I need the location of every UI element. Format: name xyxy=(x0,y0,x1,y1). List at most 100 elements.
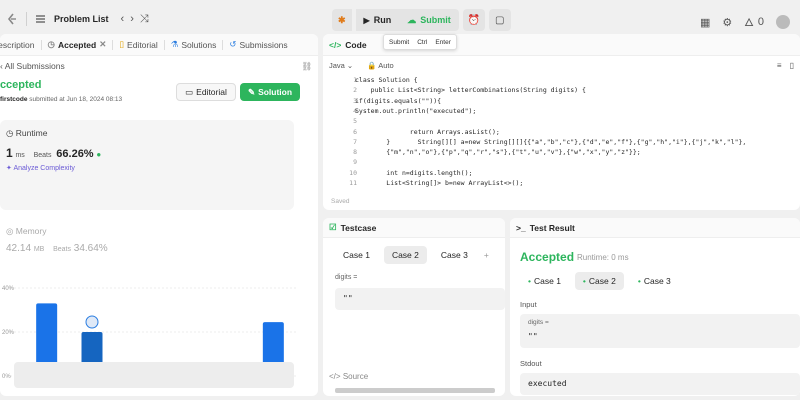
input-value: "" xyxy=(528,332,538,341)
tab-submissions[interactable]: ↺ Submissions xyxy=(229,39,287,50)
stdout-label: Stdout xyxy=(520,359,542,368)
code-line[interactable]: } String[][] a=new String[][]{{"a","b","… xyxy=(355,138,746,146)
tab-description[interactable]: Description xyxy=(0,40,35,50)
chart-overview-strip[interactable] xyxy=(14,362,294,388)
result-runtime: Runtime: 0 ms xyxy=(577,253,629,262)
flask-icon: ⚗ xyxy=(170,39,179,49)
y-tick-label: 20% xyxy=(2,330,15,336)
memory-value: 42.14 MB Beats 34.64% xyxy=(6,243,108,254)
timer-button[interactable]: ⏰ xyxy=(462,9,485,31)
testcase-field-label: digits = xyxy=(335,274,358,281)
submit-button[interactable]: ☁ Submit xyxy=(399,9,459,31)
list-icon[interactable] xyxy=(35,14,46,24)
solution-button[interactable]: ✎ Solution xyxy=(240,83,300,101)
line-number: 10 xyxy=(349,168,357,177)
line-number: 8 xyxy=(353,148,357,157)
line-number: 9 xyxy=(353,158,357,167)
book-icon: ▭ xyxy=(185,86,194,97)
shuffle-icon[interactable]: ⤨ xyxy=(140,13,149,26)
cloud-upload-icon: ☁ xyxy=(407,14,417,25)
submissions-header: ‹ All Submissions ⛓ xyxy=(0,56,318,76)
run-button[interactable]: ▶ Run xyxy=(355,9,400,31)
top-bar: Problem List ‹ › ⤨ ✱ ▶ Run ☁ Submit ⏰ ▢ … xyxy=(0,0,800,38)
runtime-card[interactable]: ◷ Runtime 1 ms Beats 66.26% ● ✦ Analyze … xyxy=(0,120,294,210)
auto-toggle[interactable]: 🔒 Auto xyxy=(367,61,393,70)
testcase-tab[interactable]: ☑ Testcase xyxy=(323,218,505,238)
source-toggle[interactable]: </> Source xyxy=(329,372,368,381)
editorial-button[interactable]: ▭ Editorial xyxy=(176,83,236,101)
horizontal-scrollbar[interactable] xyxy=(335,388,495,393)
terminal-icon: >_ xyxy=(516,222,526,233)
tab-accepted[interactable]: ◷ Accepted ✕ xyxy=(48,39,107,50)
y-tick-label: 40% xyxy=(2,286,15,292)
note-icon: ▢ xyxy=(494,14,505,26)
language-select[interactable]: Java ⌄ xyxy=(329,61,353,70)
play-icon: ▶ xyxy=(363,15,370,25)
line-number: 2 xyxy=(353,86,357,95)
test-result-tab[interactable]: >_ Test Result xyxy=(510,218,800,238)
input-label: Input xyxy=(520,300,537,309)
runtime-value: 1 ms Beats 66.26% ● xyxy=(6,146,102,160)
share-icon[interactable]: ⛓ xyxy=(301,61,312,72)
problem-list-link[interactable]: Problem List xyxy=(54,14,109,24)
code-line[interactable]: System.out.println("executed"); xyxy=(355,107,476,115)
code-line[interactable]: if(digits.equals("")){ xyxy=(355,97,441,105)
debug-button[interactable]: ✱ xyxy=(332,9,352,31)
code-line[interactable]: return Arrays.asList(); xyxy=(355,128,500,136)
line-number: 3 xyxy=(353,96,357,105)
line-number: 4 xyxy=(353,106,357,115)
line-number: 11 xyxy=(349,179,357,187)
code-icon: </> xyxy=(329,372,341,381)
logo-icon[interactable] xyxy=(6,13,18,25)
run-toolbar: ✱ ▶ Run ☁ Submit ⏰ ▢ xyxy=(332,9,511,31)
settings-icon[interactable]: ⚙ xyxy=(722,16,732,29)
stdout-box: executed xyxy=(520,373,800,395)
memory-title[interactable]: ◎ Memory xyxy=(6,226,47,237)
result-case-1[interactable]: • Case 1 xyxy=(520,272,569,290)
submission-panel: Description ◷ Accepted ✕ ▯Editorial ⚗Sol… xyxy=(0,34,318,396)
beats-badge-icon: ● xyxy=(96,150,102,159)
result-case-3[interactable]: • Case 3 xyxy=(630,272,679,290)
result-case-2[interactable]: • Case 2 xyxy=(574,272,624,290)
analyze-complexity-link[interactable]: ✦ Analyze Complexity xyxy=(6,164,75,172)
code-panel: </> Code Java ⌄ 🔒 Auto ≡ ▯ 1 class Soluti… xyxy=(323,34,800,210)
fire-icon[interactable]: 🜂 0 xyxy=(744,11,764,33)
edit-icon: ✎ xyxy=(247,86,256,97)
tab-editorial[interactable]: ▯ Editorial xyxy=(119,39,157,50)
code-line[interactable]: int n=digits.length(); xyxy=(355,169,472,177)
username[interactable]: firstcode xyxy=(0,96,27,103)
add-case-icon[interactable]: + xyxy=(482,246,491,264)
all-submissions-link[interactable]: ‹ All Submissions xyxy=(0,61,65,71)
stopwatch-icon: ◷ xyxy=(6,128,14,138)
format-icon[interactable]: ≡ xyxy=(777,61,782,70)
bookmark-icon[interactable]: ▯ xyxy=(790,61,794,70)
testcase-case-2[interactable]: Case 2 xyxy=(383,246,427,264)
alarm-icon: ⏰ xyxy=(467,14,480,26)
tab-solutions[interactable]: ⚗ Solutions xyxy=(171,39,217,50)
user-marker-avatar xyxy=(85,315,99,329)
memory-icon: ◎ xyxy=(6,226,14,236)
layout-icon[interactable]: ▦ xyxy=(700,16,710,29)
user-avatar[interactable] xyxy=(776,15,790,29)
code-line[interactable]: {"m","n","o"},{"p","q","r","s"},{"t","u"… xyxy=(355,148,640,156)
testcase-tabs: Case 1 Case 2 Case 3 + xyxy=(335,246,491,264)
chevron-right-icon[interactable]: › xyxy=(130,13,134,25)
testcase-panel: ☑ Testcase Case 1 Case 2 Case 3 + digits… xyxy=(323,218,505,396)
code-line[interactable]: List<String[]> b=new ArrayList<>(); xyxy=(355,179,523,187)
testcase-case-1[interactable]: Case 1 xyxy=(335,246,378,264)
close-icon[interactable]: ✕ xyxy=(99,39,106,50)
submission-meta: firstcode submitted at Jun 18, 2024 08:1… xyxy=(0,96,123,103)
left-tabs: Description ◷ Accepted ✕ ▯Editorial ⚗Sol… xyxy=(0,34,318,56)
line-number: 7 xyxy=(353,137,357,146)
chevron-left-icon[interactable]: ‹ xyxy=(121,13,125,25)
testcase-case-3[interactable]: Case 3 xyxy=(433,246,476,264)
input-box: digits = "" xyxy=(520,314,800,348)
code-line[interactable]: public List<String> letterCombinations(S… xyxy=(355,86,586,94)
y-tick-label: 0% xyxy=(2,374,11,380)
submit-tooltip: Submit Ctrl Enter xyxy=(383,34,457,50)
testcase-input[interactable]: "" xyxy=(335,288,505,310)
notes-button[interactable]: ▢ xyxy=(488,9,511,31)
streak-count: 0 xyxy=(757,16,764,28)
code-line[interactable]: class Solution { xyxy=(355,76,418,84)
bug-icon: ✱ xyxy=(338,14,346,25)
